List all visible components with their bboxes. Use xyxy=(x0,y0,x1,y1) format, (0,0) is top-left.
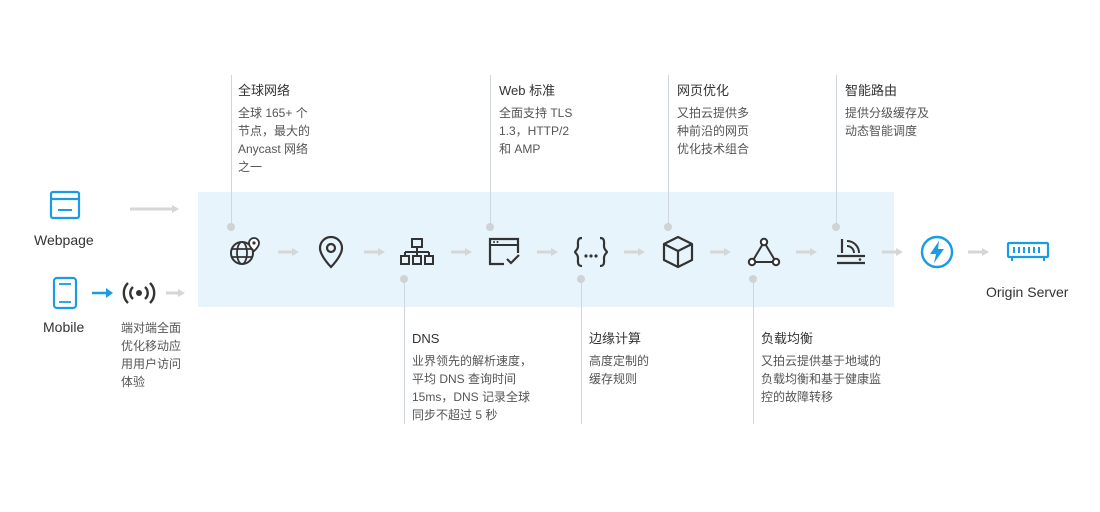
arrow-right-icon xyxy=(364,248,385,256)
arrow-right-icon xyxy=(968,248,989,256)
cube-icon xyxy=(662,235,694,269)
mobile-phone-icon xyxy=(52,276,78,310)
arrow-right-icon xyxy=(166,289,185,297)
feature-desc: 全面支持 TLS 1.3，HTTP/2 和 AMP xyxy=(499,106,573,156)
connector-dot xyxy=(400,275,408,283)
feature-web-standards: Web 标准 全面支持 TLS 1.3，HTTP/2 和 AMP xyxy=(499,82,572,158)
feature-title: 网页优化 xyxy=(677,83,730,98)
feature-desc: 又拍云提供基于地域的 负载均衡和基于健康监 控的故障转移 xyxy=(761,354,882,404)
mobile-optimization-note: 端对端全面 优化移动应 用用户访问 体验 xyxy=(121,321,182,389)
router-icon xyxy=(837,239,865,265)
connector-line-dns xyxy=(404,279,405,424)
feature-title: 边缘计算 xyxy=(589,331,642,346)
arrow-right-icon xyxy=(624,248,645,256)
arrow-right-icon xyxy=(882,248,903,256)
origin-server-label: Origin Server xyxy=(986,284,1069,300)
arrow-right-icon xyxy=(92,288,113,298)
network-tree-icon xyxy=(400,238,434,265)
arrow-right-icon xyxy=(796,248,817,256)
feature-dns: DNS 业界领先的解析速度， 平均 DNS 查询时间 15ms，DNS 记录全球… xyxy=(412,330,532,424)
connector-line-global-network xyxy=(231,75,232,227)
arrow-right-icon xyxy=(710,248,731,256)
feature-title: 全球网络 xyxy=(238,83,291,98)
feature-desc: 全球 165+ 个 节点，最大的 Anycast 网络 之一 xyxy=(238,106,311,174)
feature-load-balancing: 负载均衡 又拍云提供基于地域的 负载均衡和基于健康监 控的故障转移 xyxy=(761,330,881,406)
browser-window-icon xyxy=(49,190,81,220)
feature-title: Web 标准 xyxy=(499,83,556,98)
feature-desc: 又拍云提供多 种前沿的网页 优化技术组合 xyxy=(677,106,750,156)
location-pin-icon xyxy=(318,235,344,269)
device-label-mobile: Mobile xyxy=(43,319,85,335)
feature-desc: 提供分级缓存及 动态智能调度 xyxy=(845,106,930,138)
browser-check-icon xyxy=(488,237,520,266)
connector-dot xyxy=(749,275,757,283)
globe-location-icon xyxy=(230,237,260,265)
feature-title: 智能路由 xyxy=(845,83,898,98)
code-braces-icon xyxy=(573,236,609,268)
feature-title: 负载均衡 xyxy=(761,331,814,346)
feature-smart-routing: 智能路由 提供分级缓存及 动态智能调度 xyxy=(845,82,929,140)
connector-line-edge-compute xyxy=(581,279,582,424)
arrow-right-icon xyxy=(451,248,472,256)
connector-dot xyxy=(832,223,840,231)
feature-edge-compute: 边缘计算 高度定制的 缓存规则 xyxy=(589,330,649,388)
triangle-nodes-icon xyxy=(747,237,781,267)
feature-title: DNS xyxy=(412,331,440,346)
connector-line-smart-routing xyxy=(836,75,837,227)
connector-line-web-optimization xyxy=(668,75,669,227)
lightning-icon xyxy=(920,235,954,269)
connector-line-web-standards xyxy=(490,75,491,227)
arrow-right-icon xyxy=(130,205,179,213)
connector-dot xyxy=(664,223,672,231)
arrow-right-icon xyxy=(278,248,299,256)
feature-web-optimization: 网页优化 又拍云提供多 种前沿的网页 优化技术组合 xyxy=(677,82,749,158)
connector-dot xyxy=(577,275,585,283)
broadcast-signal-icon xyxy=(122,282,156,304)
connector-dot xyxy=(486,223,494,231)
arrow-right-icon xyxy=(537,248,558,256)
device-label-webpage: Webpage xyxy=(34,232,94,248)
feature-global-network: 全球网络 全球 165+ 个 节点，最大的 Anycast 网络 之一 xyxy=(238,82,310,176)
feature-desc: 业界领先的解析速度， 平均 DNS 查询时间 15ms，DNS 记录全球 同步不… xyxy=(412,354,533,422)
connector-line-load-balancing xyxy=(753,279,754,424)
server-icon xyxy=(1006,241,1050,261)
feature-desc: 高度定制的 缓存规则 xyxy=(589,354,650,386)
connector-dot xyxy=(227,223,235,231)
